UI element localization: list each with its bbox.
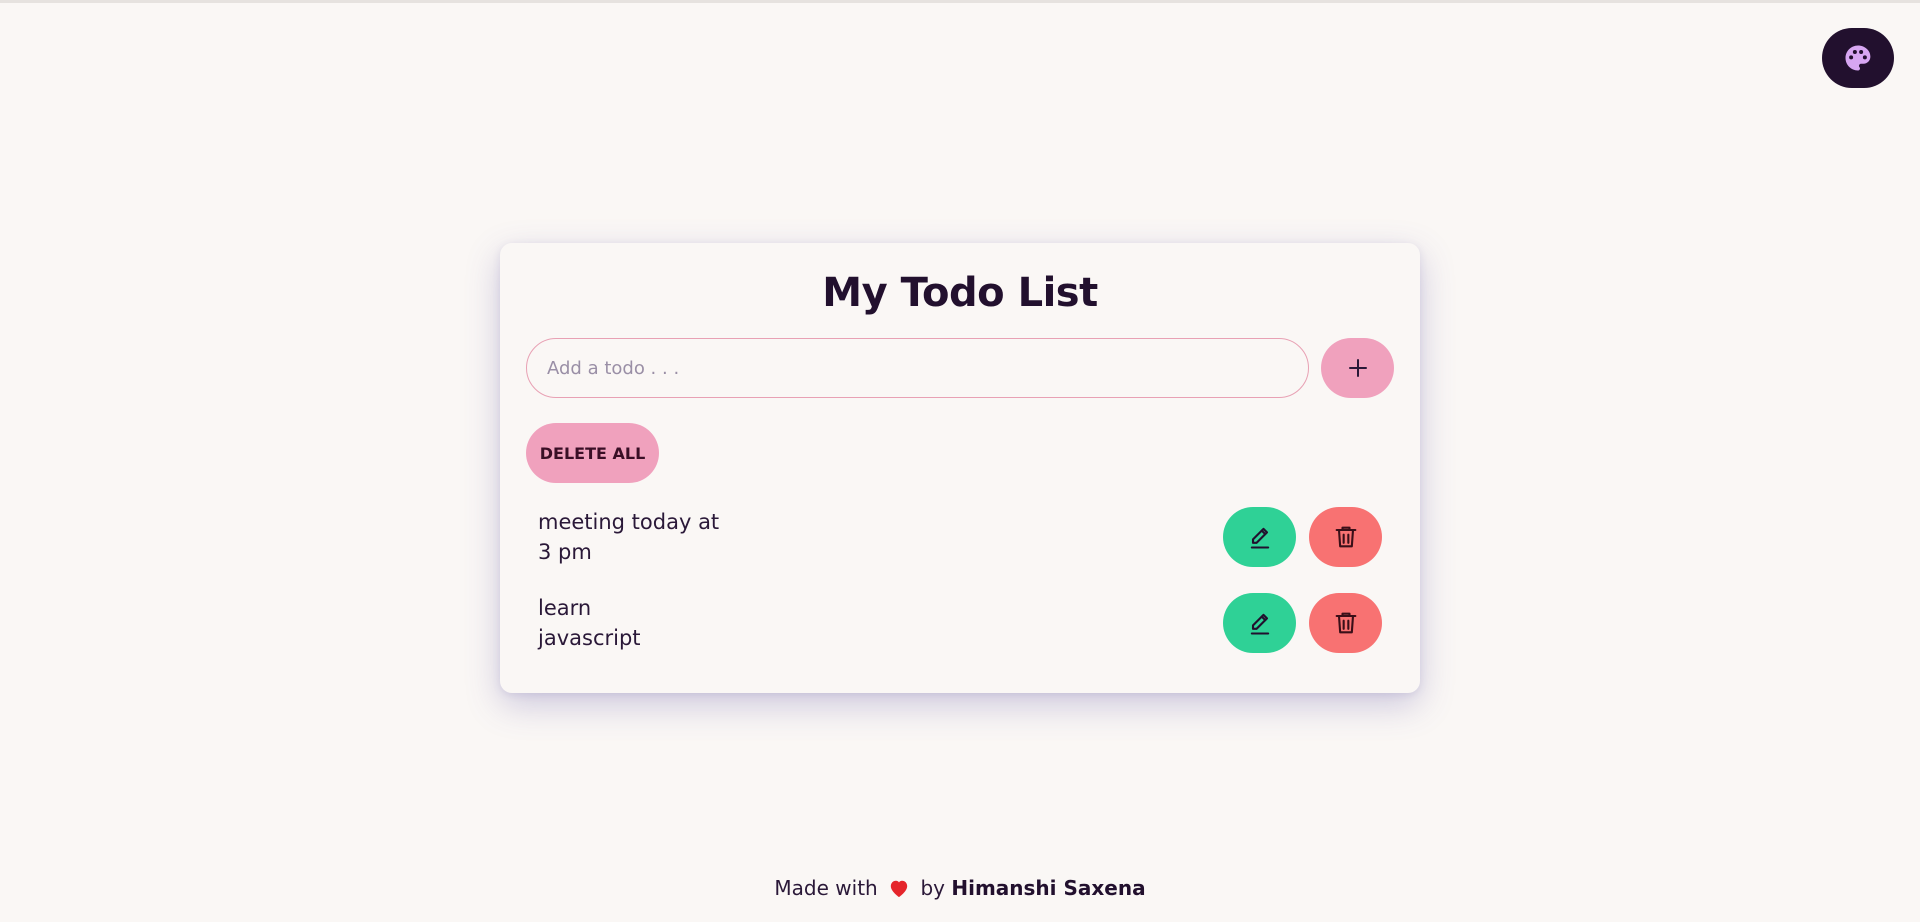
- plus-icon: [1348, 359, 1367, 377]
- todo-item: learn javascript: [526, 593, 1394, 655]
- pencil-icon: [1250, 527, 1269, 549]
- todo-item: meeting today at 3 pm: [526, 507, 1394, 569]
- add-todo-input[interactable]: [526, 338, 1309, 398]
- todo-text-line: 3 pm: [538, 540, 592, 564]
- edit-todo-button[interactable]: [1223, 507, 1296, 567]
- delete-todo-button[interactable]: [1309, 593, 1382, 653]
- add-todo-button[interactable]: [1321, 338, 1394, 398]
- theme-toggle-button[interactable]: [1822, 28, 1894, 88]
- footer-made-with: Made with: [774, 876, 878, 900]
- trash-icon: [1335, 526, 1356, 548]
- delete-todo-button[interactable]: [1309, 507, 1382, 567]
- todo-text-line: learn: [538, 596, 592, 620]
- delete-all-button[interactable]: DELETE ALL: [526, 423, 659, 483]
- footer: Made with by Himanshi Saxena: [0, 876, 1920, 900]
- todo-text-line: meeting today at: [538, 510, 720, 534]
- todo-text-line: javascript: [538, 626, 641, 650]
- heart-icon: [890, 880, 908, 898]
- pencil-icon: [1250, 613, 1269, 635]
- edit-todo-button[interactable]: [1223, 593, 1296, 653]
- palette-icon: [1845, 45, 1871, 71]
- todo-text: meeting today at 3 pm: [538, 507, 738, 567]
- todo-text: learn javascript: [538, 593, 738, 653]
- page-title: My Todo List: [822, 270, 1098, 316]
- footer-by: by: [920, 876, 945, 900]
- todo-card: My Todo List DELETE ALL meeting today at…: [500, 243, 1420, 693]
- author-name: Himanshi Saxena: [951, 876, 1146, 900]
- trash-icon: [1335, 612, 1356, 634]
